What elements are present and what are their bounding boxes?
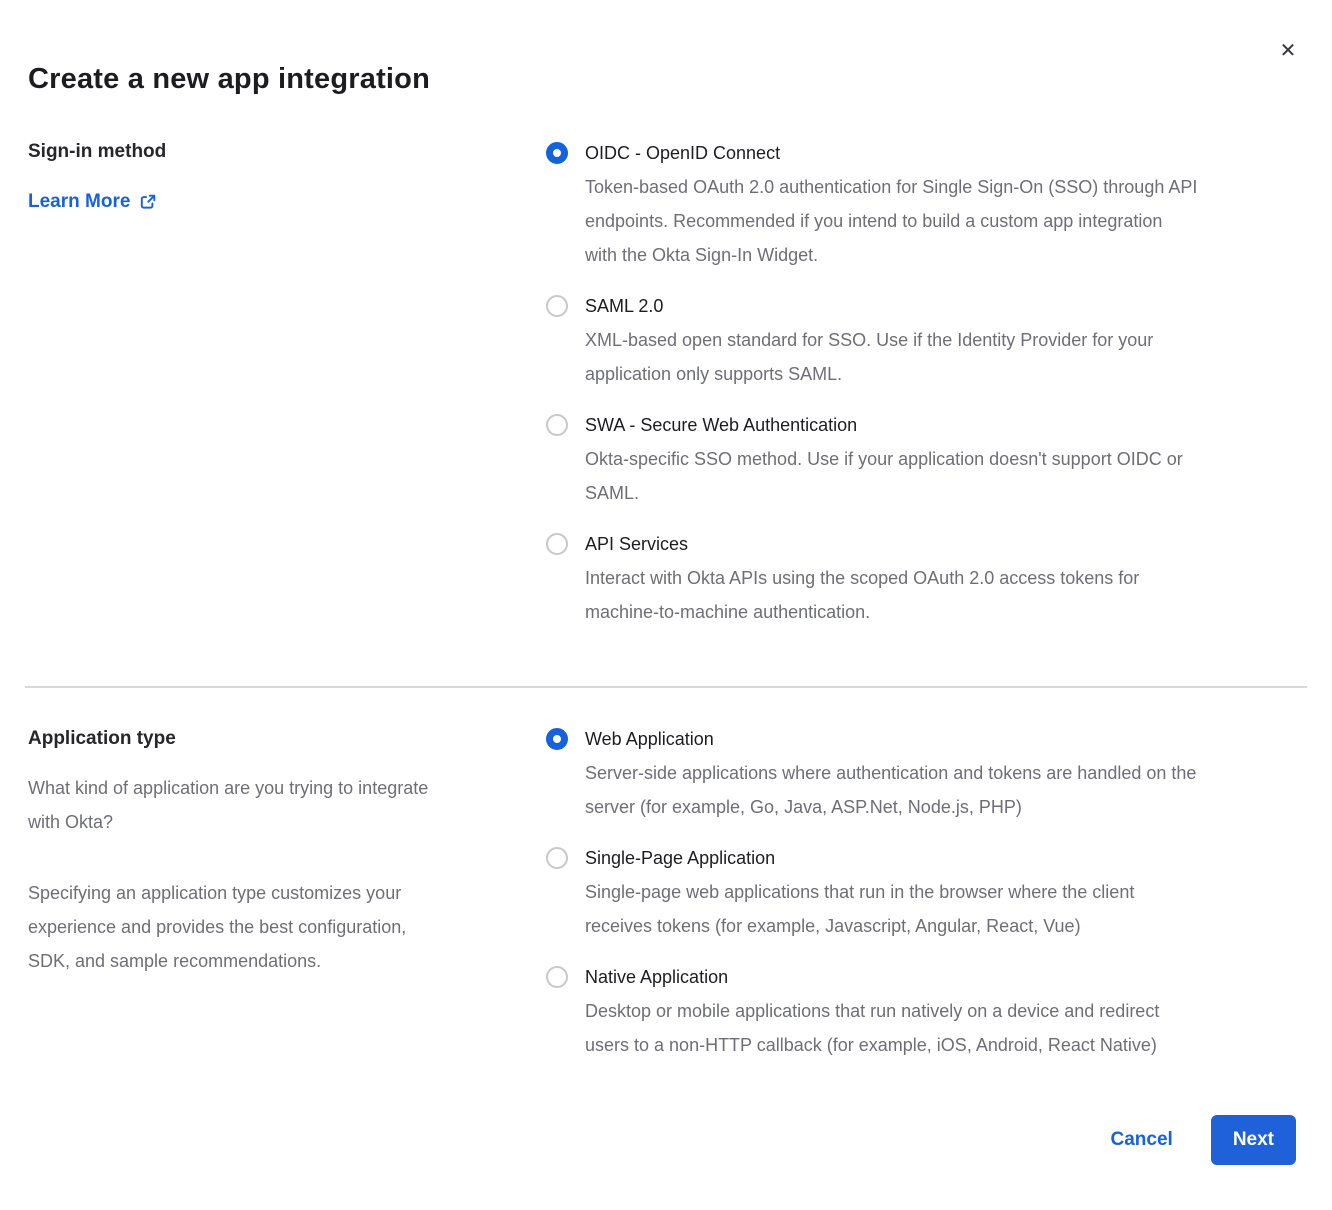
option-spa-label[interactable]: Single-Page Application bbox=[585, 841, 1134, 875]
option-saml-label[interactable]: SAML 2.0 bbox=[585, 289, 1153, 323]
option-swa-label[interactable]: SWA - Secure Web Authentication bbox=[585, 408, 1183, 442]
option-web-application-description: Server-side applications where authentic… bbox=[585, 756, 1196, 824]
option-native-application-description: Desktop or mobile applications that run … bbox=[585, 994, 1159, 1062]
option-saml-description: XML-based open standard for SSO. Use if … bbox=[585, 323, 1153, 391]
option-oidc: OIDC - OpenID Connect Token-based OAuth … bbox=[546, 136, 1306, 272]
option-oidc-label[interactable]: OIDC - OpenID Connect bbox=[585, 136, 1197, 170]
dialog-footer: Cancel Next bbox=[1111, 1115, 1297, 1165]
signin-method-options: OIDC - OpenID Connect Token-based OAuth … bbox=[546, 136, 1306, 629]
signin-method-left-column: Sign-in method Learn More bbox=[28, 135, 508, 219]
signin-method-label: Sign-in method bbox=[28, 135, 508, 169]
learn-more-link[interactable]: Learn More bbox=[28, 185, 157, 219]
next-button[interactable]: Next bbox=[1211, 1115, 1296, 1165]
create-app-integration-dialog: ✕ Create a new app integration Sign-in m… bbox=[0, 0, 1332, 1210]
option-swa-description: Okta-specific SSO method. Use if your ap… bbox=[585, 442, 1183, 510]
close-button[interactable]: ✕ bbox=[1274, 36, 1302, 64]
application-type-left-column: Application type What kind of applicatio… bbox=[28, 722, 506, 978]
radio-web-application[interactable] bbox=[546, 728, 568, 750]
application-type-explanation: Specifying an application type customize… bbox=[28, 876, 506, 978]
radio-oidc[interactable] bbox=[546, 142, 568, 164]
radio-api-services[interactable] bbox=[546, 533, 568, 555]
option-spa: Single-Page Application Single-page web … bbox=[546, 841, 1306, 943]
section-divider bbox=[25, 686, 1307, 688]
cancel-button[interactable]: Cancel bbox=[1111, 1129, 1173, 1151]
application-type-question: What kind of application are you trying … bbox=[28, 771, 506, 839]
radio-saml[interactable] bbox=[546, 295, 568, 317]
option-web-application-label[interactable]: Web Application bbox=[585, 722, 1196, 756]
option-swa: SWA - Secure Web Authentication Okta-spe… bbox=[546, 408, 1306, 510]
option-saml: SAML 2.0 XML-based open standard for SSO… bbox=[546, 289, 1306, 391]
option-api-services-description: Interact with Okta APIs using the scoped… bbox=[585, 561, 1139, 629]
application-type-options: Web Application Server-side applications… bbox=[546, 722, 1306, 1062]
radio-spa[interactable] bbox=[546, 847, 568, 869]
option-oidc-description: Token-based OAuth 2.0 authentication for… bbox=[585, 170, 1197, 272]
option-api-services: API Services Interact with Okta APIs usi… bbox=[546, 527, 1306, 629]
option-web-application: Web Application Server-side applications… bbox=[546, 722, 1306, 824]
option-native-application-label[interactable]: Native Application bbox=[585, 960, 1159, 994]
close-icon: ✕ bbox=[1280, 38, 1297, 62]
radio-native-application[interactable] bbox=[546, 966, 568, 988]
radio-swa[interactable] bbox=[546, 414, 568, 436]
external-link-icon bbox=[139, 193, 157, 211]
application-type-label: Application type bbox=[28, 722, 506, 756]
dialog-title: Create a new app integration bbox=[28, 62, 430, 96]
option-spa-description: Single-page web applications that run in… bbox=[585, 875, 1134, 943]
option-native-application: Native Application Desktop or mobile app… bbox=[546, 960, 1306, 1062]
learn-more-label: Learn More bbox=[28, 185, 130, 219]
option-api-services-label[interactable]: API Services bbox=[585, 527, 1139, 561]
